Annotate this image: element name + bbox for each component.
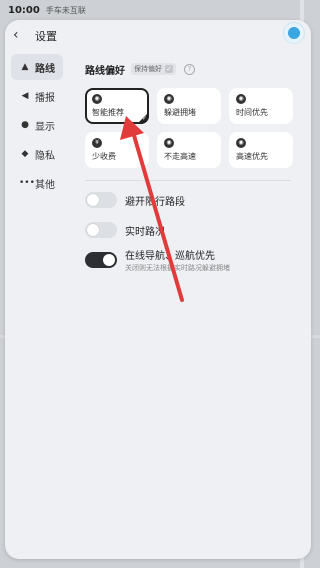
more-icon: ••• (19, 178, 35, 188)
assistant-face-icon (288, 27, 300, 39)
sidebar-item-display[interactable]: ● 显示 (11, 112, 63, 138)
sidebar-item-label: 隐私 (35, 150, 55, 162)
check-icon: ✓ (141, 115, 147, 122)
shield-icon: ◆ (21, 149, 29, 159)
switch-knob (87, 194, 99, 206)
route-option-label: 智能推荐 (92, 108, 124, 117)
keep-preference-label: 保持偏好 (134, 65, 162, 73)
sidebar-item-other[interactable]: ••• 其他 (11, 170, 63, 196)
route-option-less-toll[interactable]: ¥ 少收费 (85, 132, 149, 168)
settings-panel: ‹ 设置 ▲ 路线 ◀ 播报 ● 显示 ◆ 隐私 ••• 其他 路线偏好 保持偏… (5, 20, 311, 559)
sidebar-item-label: 播报 (35, 92, 55, 104)
sidebar-item-route[interactable]: ▲ 路线 (11, 54, 63, 80)
route-option-highway-first[interactable]: ◉ 高速优先 (229, 132, 293, 168)
online-navigation-switch[interactable] (85, 252, 117, 268)
toggle-text: 在线导航、巡航优先 关闭则无法根据实时路况躲避拥堵 (125, 247, 230, 273)
toggle-label: 在线导航、巡航优先 (125, 251, 215, 262)
route-options-grid: ◉ 智能推荐 ✓ ◉ 躲避拥堵 ◉ 时间优先 ¥ 少收费 ◉ 不走高速 ◉ 高速… (85, 88, 297, 168)
toggle-text: 避开限行路段 (125, 193, 185, 208)
toggle-description: 关闭则无法根据实时路况躲避拥堵 (125, 264, 230, 272)
sidebar-item-label: 显示 (35, 121, 55, 133)
toggle-row-online-navigation: 在线导航、巡航优先 关闭则无法根据实时路况躲避拥堵 (85, 247, 297, 273)
assistant-avatar[interactable] (283, 22, 305, 44)
section-title: 路线偏好 (85, 65, 125, 77)
divider (85, 180, 291, 181)
route-option-avoid-congestion[interactable]: ◉ 躲避拥堵 (157, 88, 221, 124)
route-icon: ▲ (21, 62, 29, 72)
route-option-label: 高速优先 (236, 152, 268, 161)
route-option-smart[interactable]: ◉ 智能推荐 ✓ (85, 88, 149, 124)
route-option-time-first[interactable]: ◉ 时间优先 (229, 88, 293, 124)
congestion-icon: ◉ (164, 94, 174, 104)
toggle-label: 避开限行路段 (125, 196, 185, 208)
yen-icon: ¥ (92, 138, 102, 148)
realtime-traffic-switch[interactable] (85, 222, 117, 238)
route-option-label: 时间优先 (236, 108, 268, 117)
display-icon: ● (21, 120, 29, 130)
highway-icon: ◉ (236, 138, 246, 148)
toggle-row-realtime-traffic: 实时路况 (85, 219, 297, 241)
status-bar: 10:00 手车未互联 (0, 0, 320, 20)
sidebar-item-privacy[interactable]: ◆ 隐私 (11, 141, 63, 167)
clock-icon: ◉ (236, 94, 246, 104)
back-icon[interactable]: ‹ (13, 27, 19, 43)
toggle-label: 实时路况 (125, 226, 165, 238)
route-pref-header: 路线偏好 保持偏好 ✓ ? (85, 60, 297, 78)
settings-header: ‹ 设置 (5, 20, 311, 50)
sidebar-item-label: 其他 (35, 179, 55, 191)
sidebar-item-broadcast[interactable]: ◀ 播报 (11, 83, 63, 109)
settings-sidebar: ▲ 路线 ◀ 播报 ● 显示 ◆ 隐私 ••• 其他 (11, 54, 63, 199)
sidebar-item-label: 路线 (35, 63, 55, 75)
switch-knob (103, 254, 115, 266)
page-title: 设置 (35, 30, 57, 43)
help-icon[interactable]: ? (184, 63, 195, 75)
route-option-no-highway[interactable]: ◉ 不走高速 (157, 132, 221, 168)
keep-preference-toggle[interactable]: 保持偏好 ✓ (131, 63, 176, 75)
switch-knob (87, 224, 99, 236)
route-option-label: 少收费 (92, 152, 116, 161)
smart-icon: ◉ (92, 94, 102, 104)
route-settings: 路线偏好 保持偏好 ✓ ? ◉ 智能推荐 ✓ ◉ 躲避拥堵 ◉ 时间优先 ¥ 少… (85, 60, 297, 279)
no-highway-icon: ◉ (164, 138, 174, 148)
toggle-text: 实时路况 (125, 223, 165, 238)
route-option-label: 躲避拥堵 (164, 108, 196, 117)
network-badge: 手车未互联 (45, 5, 86, 15)
avoid-restricted-switch[interactable] (85, 192, 117, 208)
checkbox-icon: ✓ (165, 65, 173, 73)
status-time: 10:00 (8, 4, 40, 16)
speaker-icon: ◀ (21, 91, 29, 101)
route-option-label: 不走高速 (164, 152, 196, 161)
toggle-row-avoid-restricted: 避开限行路段 (85, 189, 297, 211)
